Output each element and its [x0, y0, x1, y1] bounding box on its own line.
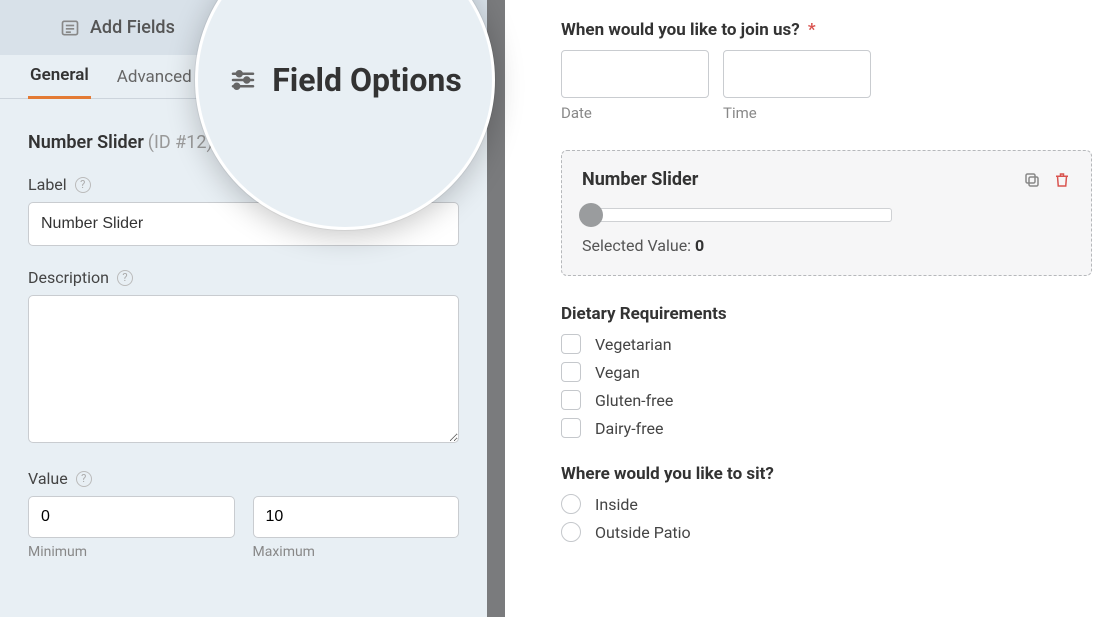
date-input[interactable] [561, 50, 709, 98]
slider-thumb[interactable] [579, 203, 603, 227]
trash-icon[interactable] [1053, 171, 1071, 189]
label-caption: Label [28, 175, 67, 194]
sliders-icon [228, 65, 258, 95]
seating-field: Where would you like to sit? Inside Outs… [561, 464, 1092, 542]
help-icon[interactable]: ? [76, 471, 92, 487]
slider-selected-value: Selected Value: 0 [582, 236, 1071, 255]
subtab-advanced[interactable]: Advanced [115, 57, 194, 98]
add-fields-label: Add Fields [90, 17, 175, 38]
duplicate-icon[interactable] [1023, 171, 1041, 189]
slider-field-title: Number Slider [582, 169, 698, 190]
radio-icon[interactable] [561, 494, 581, 514]
help-icon[interactable]: ? [75, 177, 91, 193]
checkbox-icon[interactable] [561, 418, 581, 438]
time-input[interactable] [723, 50, 871, 98]
checkbox-icon[interactable] [561, 362, 581, 382]
help-icon[interactable]: ? [117, 270, 133, 286]
required-asterisk: * [808, 20, 816, 40]
value-caption: Value [28, 469, 68, 488]
min-caption: Minimum [28, 544, 235, 560]
subtab-general[interactable]: General [28, 55, 91, 99]
checkbox-icon[interactable] [561, 334, 581, 354]
date-caption: Date [561, 104, 709, 122]
dietary-field: Dietary Requirements Vegetarian Vegan Gl… [561, 304, 1092, 438]
datetime-question: When would you like to join us? [561, 20, 800, 40]
number-slider-field[interactable]: Number Slider Selected Value: 0 [561, 150, 1092, 276]
radio-icon[interactable] [561, 522, 581, 542]
max-caption: Maximum [253, 544, 460, 560]
seating-title: Where would you like to sit? [561, 464, 1092, 484]
list-icon [60, 18, 80, 38]
description-textarea[interactable] [28, 295, 459, 443]
dietary-title: Dietary Requirements [561, 304, 1092, 324]
min-input[interactable] [28, 496, 235, 538]
slider-track[interactable] [582, 208, 892, 222]
datetime-field: When would you like to join us? * Date T… [561, 20, 1092, 122]
field-type-name: Number Slider [28, 132, 144, 153]
max-input[interactable] [253, 496, 460, 538]
checkbox-glutenfree[interactable]: Gluten-free [561, 390, 1092, 410]
description-caption: Description [28, 268, 109, 287]
radio-outside[interactable]: Outside Patio [561, 522, 1092, 542]
time-caption: Time [723, 104, 871, 122]
checkbox-dairyfree[interactable]: Dairy-free [561, 418, 1092, 438]
field-id: (ID #12) [148, 132, 213, 153]
radio-inside[interactable]: Inside [561, 494, 1092, 514]
checkbox-vegan[interactable]: Vegan [561, 362, 1092, 382]
callout-title: Field Options [272, 61, 462, 99]
checkbox-icon[interactable] [561, 390, 581, 410]
form-preview: When would you like to join us? * Date T… [505, 0, 1116, 617]
checkbox-vegetarian[interactable]: Vegetarian [561, 334, 1092, 354]
